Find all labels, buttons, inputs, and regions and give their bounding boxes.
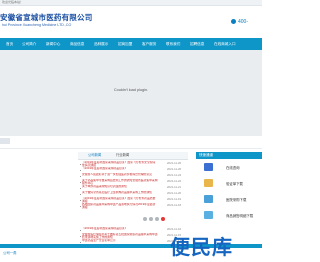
company-name-en: hui Province Xuancheng Medicine LTD.,CO [2,23,72,27]
nav-item-join[interactable]: 招商加盟 [118,38,132,50]
quick-item-sales-download[interactable]: 商品销售明细下载 [196,208,262,222]
nav-item-home[interactable]: 首页 [6,38,13,50]
phone-number: 400- [238,19,249,25]
bullet-icon [80,182,81,183]
news-date: 2021-11-20 [167,191,182,195]
quick-item-label: 医院采购下载 [226,198,247,202]
tab-industry-news[interactable]: 行业新闻 [116,152,129,159]
news-date: 2021-11-19 [167,197,182,201]
watermark-logo: 便民库 [170,237,233,259]
quick-item-hospital-download[interactable]: 医院采购下载 [196,192,262,206]
quick-access-title: 快速通道 [199,153,213,157]
tab-company-news[interactable]: 公司新闻 [88,152,101,159]
nav-item-about[interactable]: 公司简介 [22,38,36,50]
bullet-icon [80,188,81,189]
news-date: 2021-11-21 [167,185,182,189]
bullet-icon [80,200,81,201]
sales-icon [204,211,213,219]
nav-item-service[interactable]: 客户服务 [142,38,156,50]
welcome-text: 欢迎光临本站！ [2,0,24,4]
document-icon [204,179,213,187]
slide-dot-active[interactable] [161,217,165,221]
news-date: 2021-11-22 [167,179,182,183]
quick-item-label: 商品销售明细下载 [226,214,254,218]
quick-item-consult[interactable]: 在线咨询 [196,160,262,174]
divider [0,148,262,149]
news-date: 2021-11-26 [167,167,182,171]
nav-item-varieties[interactable]: 品种展示 [94,38,108,50]
hospital-icon [204,195,213,203]
news-title[interactable]: 关于做好全省基层医疗卫生机构药品集中采购工作的通知 [82,191,158,194]
news-date: 2021-11-24 [167,173,182,177]
bullet-icon [80,176,81,177]
news-title[interactable]: 《2019年度后补国家采购药品目录》 [82,227,158,230]
news-title[interactable]: 《2019年度后补国家采购药品目录》 [82,167,158,170]
company-name[interactable]: 安徽省宣城市医药有限公司 [0,12,92,23]
plugin-message: Couldn't load plugin. [113,88,149,92]
nav-item-shop[interactable]: 在线商城入口 [214,38,236,50]
main-nav: 首页 公司简介 新闻中心 商品信息 品种展示 招商加盟 客户服务 联系我们 招聘… [0,38,262,50]
news-title[interactable]: 关于举办药品采购知识培训班的通知 [82,185,158,188]
nav-item-products[interactable]: 商品信息 [70,38,84,50]
bullet-icon [80,242,81,243]
bullet-icon [80,230,81,231]
quick-access-header: 快速通道 [196,152,262,159]
news-tabs: 公司新闻 行业新闻 [78,152,188,160]
bullet-icon [80,236,81,237]
banner-area: Couldn't load plugin. [0,50,262,136]
bullet-icon [80,206,81,207]
side-decoration [0,138,10,144]
bullet-icon [80,194,81,195]
section-title: 公司一角 [3,251,17,255]
news-title[interactable]: 中选药品生产企业名单公示 [82,239,158,242]
quick-item-verify-download[interactable]: 验证单下载 [196,176,262,190]
news-title[interactable]: 安徽省人民政府关于进一步加强医药价格综合管理的意见 [82,173,158,176]
news-date: 2021-11-26 [167,161,182,165]
slide-dot[interactable] [143,217,147,221]
slide-dot[interactable] [155,217,159,221]
quick-item-label: 在线咨询 [226,166,240,170]
list-item[interactable]: 各地国家药品集中采购中选产品落地执行情况2019年度最新通报 2021-11-18 [78,203,188,210]
news-date: 2021-11-18 [167,203,182,207]
nav-item-news[interactable]: 新闻中心 [46,38,60,50]
nav-item-contact[interactable]: 联系我们 [166,38,180,50]
quick-item-label: 验证单下载 [226,182,243,186]
news-title[interactable]: 各地国家药品集中采购中选产品落地执行情况2019年度最新通报 [82,203,158,209]
bullet-icon [80,170,81,171]
slide-dot[interactable] [149,217,153,221]
consult-icon [204,163,213,171]
nav-item-jobs[interactable]: 招聘信息 [190,38,204,50]
phone-icon [231,19,236,24]
bullet-icon [80,164,81,165]
